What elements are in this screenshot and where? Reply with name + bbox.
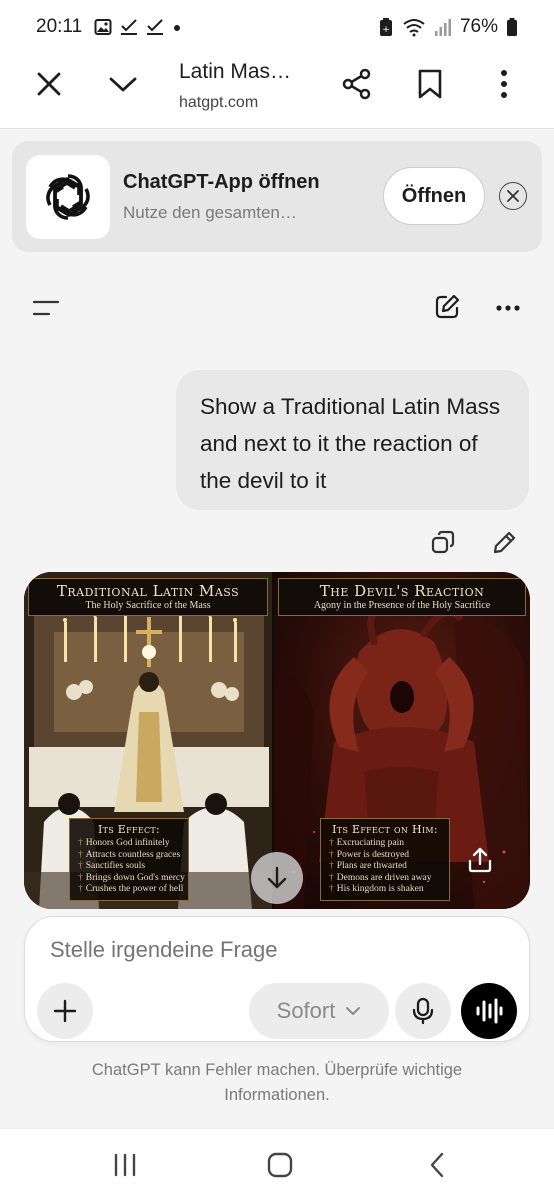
microphone-icon — [412, 997, 434, 1025]
left-effect-item: † Honors God infinitely — [78, 838, 170, 848]
right-effect-item: † His kingdom is shaken — [329, 884, 424, 894]
close-tab-icon[interactable] — [31, 66, 67, 102]
right-effect-item: † Plans are thwarted — [329, 861, 407, 871]
chevron-down-icon — [346, 1007, 361, 1015]
wifi-icon — [403, 19, 425, 37]
left-effect-item: † Brings down God's mercy — [78, 872, 185, 883]
home-icon[interactable] — [263, 1151, 297, 1179]
mode-selector-button[interactable]: Sofort — [249, 983, 389, 1039]
task-check-icon — [121, 19, 138, 35]
share-image-icon[interactable] — [465, 845, 495, 875]
copy-icon[interactable] — [428, 527, 458, 557]
left-title-box: Traditional Latin Mass The Holy Sacrific… — [28, 578, 268, 616]
right-image-subtitle: Agony in the Presence of the Holy Sacrif… — [313, 600, 491, 611]
battery-icon — [507, 18, 517, 36]
right-effects-title: Its Effect on Him: — [332, 823, 438, 836]
voice-waveform-icon — [476, 998, 503, 1024]
svg-text:+: + — [382, 25, 390, 35]
left-effect-item: † Sanctifies souls — [78, 861, 146, 871]
more-horizontal-icon[interactable] — [492, 294, 524, 322]
new-chat-icon[interactable] — [430, 290, 464, 324]
chevron-down-icon[interactable] — [105, 66, 141, 102]
disclaimer-text: ChatGPT kann Fehler machen. Überprüfe wi… — [91, 1061, 463, 1104]
message-composer: Sofort — [24, 916, 530, 1042]
message-input[interactable] — [50, 937, 490, 963]
left-effect-item: † Crushes the power of hell — [78, 884, 184, 894]
user-message: Show a Traditional Latin Mass and next t… — [176, 370, 529, 510]
banner-title: ChatGPT-App öffnen — [123, 171, 320, 193]
close-banner-icon[interactable] — [499, 182, 527, 210]
sidebar-menu-icon[interactable] — [28, 292, 64, 324]
plus-icon — [53, 999, 77, 1023]
battery-saver-icon: + — [379, 18, 392, 36]
more-notifications-dot-icon — [174, 25, 181, 31]
left-effects-title: Its Effect: — [97, 823, 161, 836]
open-app-button[interactable]: Öffnen — [383, 167, 485, 225]
dictation-button[interactable] — [395, 983, 451, 1039]
mode-label: Sofort — [276, 998, 336, 1023]
left-effects-box: Its Effect: † Honors God infinitely † Attr… — [69, 818, 189, 901]
right-effect-item: † Excruciating pain — [329, 838, 405, 848]
voice-mode-button[interactable] — [461, 983, 517, 1039]
tab-url[interactable]: hatgpt.com — [179, 94, 258, 112]
right-title-box: The Devil's Reaction Agony in the Presen… — [278, 578, 526, 616]
left-effect-item: † Attracts countless graces — [78, 849, 181, 860]
tab-title: Latin Mas… — [179, 60, 292, 83]
status-right: + 76% — [378, 16, 518, 38]
right-effects-box: Its Effect on Him: † Excruciating pain † P… — [320, 818, 450, 901]
bookmark-icon[interactable] — [412, 66, 448, 102]
edit-message-icon[interactable] — [490, 527, 520, 557]
arrow-down-icon — [267, 866, 287, 889]
task-check-icon-2 — [147, 19, 164, 35]
recent-apps-icon[interactable] — [108, 1151, 142, 1179]
banner-subtitle: Nutze den gesamten… — [123, 203, 297, 222]
right-effect-item: † Power is destroyed — [329, 849, 410, 860]
battery-percent: 76% — [459, 16, 498, 37]
chatgpt-logo-icon — [26, 155, 110, 239]
open-app-banner: ChatGPT-App öffnen Nutze den gesamten… Ö… — [12, 141, 542, 252]
browser-toolbar: Latin Mas… hatgpt.com — [0, 54, 554, 129]
scroll-to-bottom-button[interactable] — [251, 852, 303, 904]
gallery-notification-icon — [94, 19, 112, 35]
add-attachment-button[interactable] — [37, 983, 93, 1039]
more-vertical-icon[interactable] — [486, 66, 522, 102]
status-time: 20:11 — [36, 16, 83, 37]
signal-icon — [434, 19, 451, 36]
right-image-title: The Devil's Reaction — [319, 582, 485, 600]
share-icon[interactable] — [339, 66, 375, 102]
system-navigation-bar — [0, 1128, 554, 1200]
back-icon[interactable] — [420, 1151, 454, 1179]
right-effect-item: † Demons are driven away — [329, 872, 432, 883]
left-image-subtitle: The Holy Sacrifice of the Mass — [85, 600, 211, 611]
status-bar: 20:11 + 76% — [0, 0, 554, 54]
left-image-title: Traditional Latin Mass — [56, 582, 240, 600]
latin-mass-panel: Traditional Latin Mass The Holy Sacrific… — [24, 572, 274, 909]
notification-icons — [94, 18, 182, 36]
